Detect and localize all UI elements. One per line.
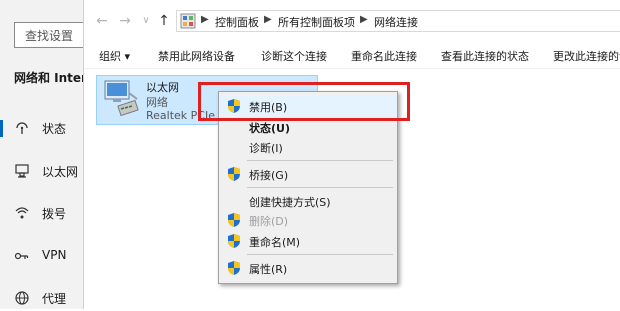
nav-item-label: 状态 [42, 122, 67, 136]
menu-item-label: 创建快捷方式(S) [249, 196, 331, 209]
nav-item-label: 代理 [42, 292, 67, 306]
uac-shield-icon [227, 212, 241, 228]
nav-item-label: VPN [42, 248, 67, 262]
menu-separator [247, 160, 393, 161]
dialup-icon [14, 205, 30, 221]
menu-item-bridge[interactable]: 桥接(G) [219, 164, 397, 184]
breadcrumb-separator: ▶ [201, 14, 209, 25]
up-arrow-icon[interactable]: ↑ [156, 12, 172, 30]
menu-separator [247, 254, 393, 255]
network-adapter-icon [101, 79, 141, 117]
breadcrumb-control-panel[interactable]: 控制面板 [215, 14, 259, 30]
control-panel-icon [180, 13, 196, 29]
menu-separator [247, 187, 393, 188]
nav-item-proxy[interactable]: 代理 [0, 287, 83, 311]
home-status-icon [14, 120, 30, 136]
rename-button[interactable]: 重命名此连接 [351, 48, 417, 64]
nav-item-label: 以太网 [42, 165, 79, 179]
selected-indicator [0, 120, 3, 137]
nav-item-dialup[interactable]: 拨号 [0, 202, 83, 226]
breadcrumb-network-connections[interactable]: 网络连接 [374, 14, 418, 30]
forward-arrow-icon[interactable]: → [117, 12, 133, 30]
proxy-globe-icon [14, 290, 30, 306]
navigation-bar: ← → ∨ ↑ ▶ 控制面板 ▶ 所有控制面板项 ▶ 网络连接 [84, 0, 620, 42]
command-toolbar: 组织 ▾ 禁用此网络设备 诊断这个连接 重命名此连接 查看此连接的状态 更改此连… [84, 44, 620, 69]
breadcrumb-separator: ▶ [360, 14, 368, 25]
nav-item-vpn[interactable]: VPN [0, 245, 83, 269]
menu-item-label: 重命名(M) [249, 236, 301, 249]
breadcrumb-separator: ▶ [264, 14, 272, 25]
menu-item-label: 桥接(G) [249, 169, 289, 182]
menu-item-diagnose[interactable]: 诊断(I) [219, 137, 397, 157]
adapter-name: 以太网 [146, 81, 179, 94]
settings-search-box[interactable]: 查找设置 [14, 22, 92, 48]
back-arrow-icon[interactable]: ← [94, 12, 110, 30]
diagnose-button[interactable]: 诊断这个连接 [261, 48, 327, 64]
ethernet-icon [14, 163, 30, 179]
menu-item-create-shortcut[interactable]: 创建快捷方式(S) [219, 191, 397, 211]
organize-menu[interactable]: 组织 ▾ [99, 48, 130, 64]
menu-item-properties[interactable]: 属性(R) [219, 258, 397, 278]
recent-chevron-icon[interactable]: ∨ [138, 12, 154, 30]
settings-sidebar: 查找设置 网络和 Inter 状态 以太网 拨号 VPN 代理 [0, 0, 92, 311]
menu-item-label: 属性(R) [249, 263, 288, 276]
adapter-status: 网络 [146, 96, 168, 109]
red-highlight-box [198, 82, 410, 121]
disable-device-button[interactable]: 禁用此网络设备 [158, 48, 235, 64]
vpn-icon [14, 248, 30, 264]
nav-item-status[interactable]: 状态 [0, 117, 83, 141]
view-status-button[interactable]: 查看此连接的状态 [441, 48, 529, 64]
menu-item-label: 状态(U) [249, 122, 290, 135]
breadcrumb-all-items[interactable]: 所有控制面板项 [278, 14, 355, 30]
nav-item-label: 拨号 [42, 207, 67, 221]
address-bar[interactable]: ▶ 控制面板 ▶ 所有控制面板项 ▶ 网络连接 [176, 10, 620, 32]
uac-shield-icon [227, 260, 241, 276]
section-title: 网络和 Inter [14, 71, 87, 85]
menu-item-delete[interactable]: 删除(D) [219, 210, 397, 230]
nav-item-ethernet[interactable]: 以太网 [0, 160, 83, 184]
menu-item-label: 诊断(I) [249, 142, 283, 155]
change-settings-button[interactable]: 更改此连接的设 [553, 48, 620, 64]
uac-shield-icon [227, 166, 241, 182]
menu-item-label: 删除(D) [249, 215, 289, 228]
menu-item-rename[interactable]: 重命名(M) [219, 231, 397, 251]
uac-shield-icon [227, 233, 241, 249]
